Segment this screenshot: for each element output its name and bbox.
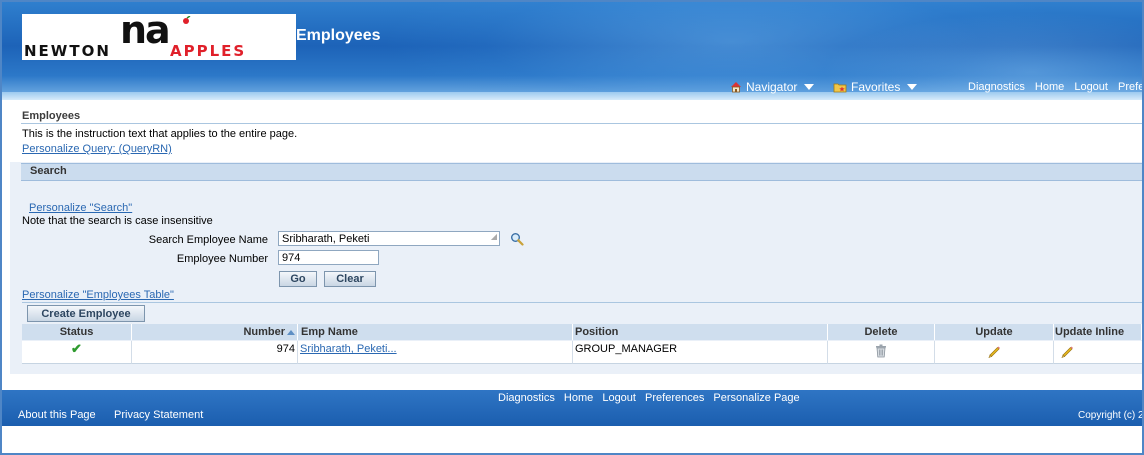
- copyright-text: Copyright (c) 2: [1078, 410, 1144, 421]
- column-header-delete: Delete: [828, 324, 935, 340]
- page-title: Employees: [22, 110, 81, 122]
- footer-link-preferences[interactable]: Preferences: [645, 392, 704, 404]
- column-header-emp-name: Emp Name: [298, 324, 573, 340]
- logo-na: na: [120, 8, 171, 52]
- column-header-update: Update: [935, 324, 1054, 340]
- clear-button[interactable]: Clear: [324, 271, 376, 287]
- page-footer: Diagnostics Home Logout Preferences Pers…: [2, 390, 1142, 426]
- employee-number-value: 974: [282, 252, 301, 264]
- global-links: Diagnostics Home Logout Prefer: [968, 81, 1142, 93]
- page-title-divider: [21, 123, 1142, 124]
- instruction-text: This is the instruction text that applie…: [22, 128, 298, 140]
- table-divider: [22, 302, 1142, 303]
- employee-name-link[interactable]: Sribharath, Peketi...: [300, 343, 397, 355]
- employee-number-label: Employee Number: [176, 253, 268, 265]
- create-employee-button[interactable]: Create Employee: [27, 305, 145, 322]
- go-button[interactable]: Go: [279, 271, 317, 287]
- personalize-query-link[interactable]: Personalize Query: (QueryRN): [22, 143, 172, 155]
- personalize-search-link[interactable]: Personalize "Search": [29, 202, 132, 214]
- header-band: [2, 92, 1142, 100]
- footer-link-personalize-page[interactable]: Personalize Page: [713, 392, 799, 404]
- global-link-logout[interactable]: Logout: [1074, 81, 1108, 93]
- company-logo: na NEWTON APPLES: [22, 10, 296, 60]
- apple-stem-icon: [183, 16, 191, 24]
- logo-newton: NEWTON: [24, 42, 111, 60]
- app-title: Employees: [296, 27, 381, 44]
- column-header-update-inline: Update Inline: [1054, 324, 1142, 340]
- table-row-update-cell: [935, 341, 1054, 364]
- home-icon: [731, 82, 741, 93]
- employee-number-field[interactable]: 974: [278, 250, 379, 265]
- global-link-home[interactable]: Home: [1035, 81, 1064, 93]
- chevron-down-icon: [907, 84, 918, 90]
- logo-apples: APPLES: [170, 42, 247, 60]
- sort-ascending-icon: [287, 329, 295, 335]
- checkmark-icon: ✔: [71, 341, 82, 356]
- table-row-delete-cell: [828, 341, 935, 364]
- table-row-status-cell: ✔: [22, 341, 132, 364]
- folder-star-icon: [833, 83, 847, 93]
- table-row-update-inline-cell: [1054, 341, 1142, 364]
- logo-mark: na: [120, 8, 171, 52]
- global-link-diagnostics[interactable]: Diagnostics: [968, 81, 1025, 93]
- column-header-position: Position: [573, 324, 828, 340]
- navigator-menu[interactable]: Navigator: [730, 79, 815, 95]
- employee-name-field[interactable]: Sribharath, Peketi ◢: [278, 231, 500, 246]
- search-header-title: Search: [30, 165, 67, 177]
- navigator-label: Navigator: [746, 80, 798, 94]
- table-row-number-cell: 974: [132, 341, 298, 364]
- search-note: Note that the search is case insensitive: [22, 215, 213, 227]
- pencil-icon[interactable]: [987, 344, 1001, 358]
- employee-name-label: Search Employee Name: [148, 234, 268, 246]
- column-header-status: Status: [22, 324, 132, 340]
- footer-link-logout[interactable]: Logout: [602, 392, 636, 404]
- branding-header: na NEWTON APPLES Employees Navigator Fav…: [2, 2, 1142, 100]
- table-row-emp-name-cell: Sribharath, Peketi...: [298, 341, 573, 364]
- footer-link-home[interactable]: Home: [564, 392, 593, 404]
- chevron-down-icon: [804, 84, 815, 90]
- global-link-preferences[interactable]: Prefer: [1118, 81, 1142, 93]
- footer-links: Diagnostics Home Logout Preferences Pers…: [498, 392, 806, 404]
- resize-grip-icon: ◢: [490, 232, 497, 241]
- column-header-number-label: Number: [243, 326, 285, 338]
- search-icon[interactable]: [510, 232, 524, 246]
- table-row-position-cell: GROUP_MANAGER: [573, 341, 828, 364]
- about-this-page-link[interactable]: About this Page: [18, 409, 96, 421]
- footer-link-diagnostics[interactable]: Diagnostics: [498, 392, 555, 404]
- favorites-menu[interactable]: Favorites: [833, 79, 918, 95]
- column-header-number[interactable]: Number: [132, 324, 298, 340]
- trash-icon[interactable]: [875, 344, 887, 358]
- pencil-icon[interactable]: [1060, 344, 1074, 358]
- favorites-label: Favorites: [851, 80, 901, 94]
- search-header: Search: [21, 163, 1142, 181]
- personalize-table-link[interactable]: Personalize "Employees Table": [22, 289, 174, 301]
- browser-frame: na NEWTON APPLES Employees Navigator Fav…: [0, 0, 1144, 455]
- privacy-statement-link[interactable]: Privacy Statement: [114, 409, 203, 421]
- employee-name-value: Sribharath, Peketi: [282, 233, 370, 245]
